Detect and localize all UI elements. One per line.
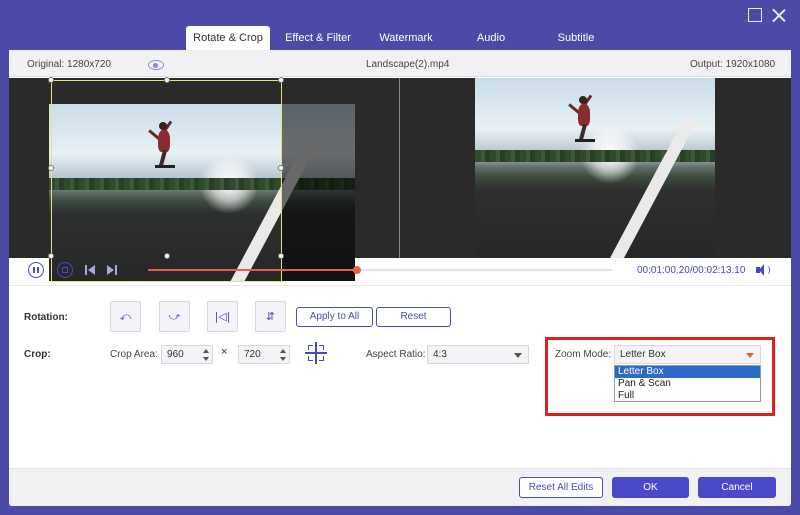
cancel-button[interactable]: Cancel [698,477,776,498]
info-bar: Original: 1280x720 Landscape(2).mp4 Outp… [9,50,791,77]
flip-horizontal-icon: |◁| [214,310,231,323]
crop-width-stepper[interactable]: 960 [161,345,213,364]
pause-button[interactable] [28,262,44,278]
progress-fill [148,269,357,271]
crop-selection-box[interactable] [48,77,284,282]
crop-handle[interactable] [48,77,54,83]
crop-label: Crop: [24,349,51,360]
tab-watermark[interactable]: Watermark [370,26,442,50]
reset-all-edits-button[interactable]: Reset All Edits [519,477,603,498]
rotate-left-button[interactable]: ⤺ [110,301,141,332]
flip-horizontal-button[interactable]: |◁| [207,301,238,332]
aspect-ratio-select[interactable]: 4:3 [427,345,529,364]
increment-icon[interactable] [203,349,209,353]
skater-figure [568,92,599,144]
crop-handle[interactable] [164,253,170,259]
crop-width-value: 960 [167,349,184,360]
flip-vertical-button[interactable]: ⇵ [255,301,286,332]
footer-bar: Reset All Edits OK Cancel [9,468,791,506]
close-icon[interactable] [772,8,786,22]
video-preview [9,77,791,282]
rotate-left-icon: ⤺ [119,310,132,323]
skip-forward-icon[interactable] [107,265,119,275]
apply-to-all-button[interactable]: Apply to All [296,307,373,327]
volume-icon[interactable] [756,264,770,276]
tab-subtitle[interactable]: Subtitle [546,26,606,50]
stop-button[interactable] [57,262,73,278]
preview-divider [399,78,400,258]
crop-height-stepper[interactable]: 720 [238,345,290,364]
decrement-icon[interactable] [280,357,286,361]
crop-handle[interactable] [48,253,54,259]
tab-audio[interactable]: Audio [464,26,518,50]
crop-handle[interactable] [48,165,54,171]
timecode: 00:01:00.20/00:02:13.10 [637,265,746,276]
center-crop-icon[interactable] [305,342,327,364]
increment-icon[interactable] [280,349,286,353]
crop-handle[interactable] [278,253,284,259]
aspect-ratio-label: Aspect Ratio: [366,349,426,360]
crop-handle[interactable] [278,77,284,83]
output-video-frame [475,78,715,258]
chevron-down-icon [514,353,522,358]
progress-track[interactable] [148,266,612,274]
tab-rotate-crop[interactable]: Rotate & Crop [186,26,270,50]
multiply-sign: × [221,346,228,358]
editor-panel: Original: 1280x720 Landscape(2).mp4 Outp… [9,50,791,506]
aspect-ratio-value: 4:3 [433,349,447,360]
crop-handle[interactable] [278,165,284,171]
rotation-label: Rotation: [24,312,68,323]
crop-height-value: 720 [244,349,261,360]
rotate-right-button[interactable]: ⤻ [159,301,190,332]
progress-knob[interactable] [352,266,361,274]
eye-icon[interactable] [148,60,164,70]
crop-area-label: Crop Area: [110,349,158,360]
tab-effect-filter[interactable]: Effect & Filter [278,26,358,50]
crop-handle[interactable] [164,77,170,83]
zoom-mode-highlight [545,337,775,416]
maximize-icon[interactable] [748,8,762,22]
skip-back-icon[interactable] [85,265,97,275]
rotate-right-icon: ⤻ [168,310,181,323]
reset-button[interactable]: Reset [376,307,451,327]
decrement-icon[interactable] [203,357,209,361]
section-divider [9,285,791,286]
file-name: Landscape(2).mp4 [366,59,450,70]
output-resolution: Output: 1920x1080 [690,59,776,70]
flip-vertical-icon: ⇵ [265,310,276,323]
ok-button[interactable]: OK [612,477,689,498]
original-resolution: Original: 1280x720 [27,59,111,70]
